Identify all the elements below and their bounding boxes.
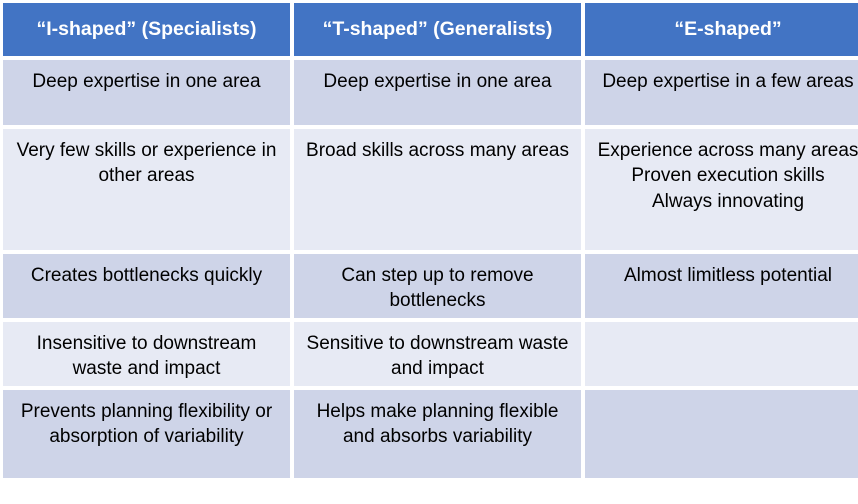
cell-r1-c1: Deep expertise in one area <box>3 60 290 125</box>
cell-r3-c3: Almost limitless potential <box>585 254 858 318</box>
table-row: Prevents planning flexibility or absorpt… <box>3 390 858 478</box>
column-header-i-shaped: “I-shaped” (Specialists) <box>3 3 290 56</box>
table-row: Creates bottlenecks quickly Can step up … <box>3 254 858 318</box>
table-body: Deep expertise in one area Deep expertis… <box>3 60 858 478</box>
column-header-e-shaped: “E-shaped” <box>585 3 858 56</box>
header-row: “I-shaped” (Specialists) “T-shaped” (Gen… <box>3 3 858 56</box>
cell-r5-c3 <box>585 390 858 478</box>
cell-r2-c3: Experience across many areas Proven exec… <box>585 129 858 250</box>
cell-r3-c1: Creates bottlenecks quickly <box>3 254 290 318</box>
cell-r1-c3: Deep expertise in a few areas <box>585 60 858 125</box>
skill-shape-comparison-table: “I-shaped” (Specialists) “T-shaped” (Gen… <box>0 0 858 482</box>
cell-r4-c1: Insensitive to downstream waste and impa… <box>3 322 290 386</box>
column-header-t-shaped: “T-shaped” (Generalists) <box>294 3 581 56</box>
cell-r2-c2: Broad skills across many areas <box>294 129 581 250</box>
cell-r1-c2: Deep expertise in one area <box>294 60 581 125</box>
cell-r5-c1: Prevents planning flexibility or absorpt… <box>3 390 290 478</box>
comparison-table-container: “I-shaped” (Specialists) “T-shaped” (Gen… <box>3 3 858 478</box>
cell-r4-c3 <box>585 322 858 386</box>
cell-r2-c1: Very few skills or experience in other a… <box>3 129 290 250</box>
table-row: Insensitive to downstream waste and impa… <box>3 322 858 386</box>
cell-r3-c2: Can step up to remove bottlenecks <box>294 254 581 318</box>
cell-r5-c2: Helps make planning flexible and absorbs… <box>294 390 581 478</box>
cell-r4-c2: Sensitive to downstream waste and impact <box>294 322 581 386</box>
table-row: Very few skills or experience in other a… <box>3 129 858 250</box>
table-row: Deep expertise in one area Deep expertis… <box>3 60 858 125</box>
table-header: “I-shaped” (Specialists) “T-shaped” (Gen… <box>3 3 858 56</box>
